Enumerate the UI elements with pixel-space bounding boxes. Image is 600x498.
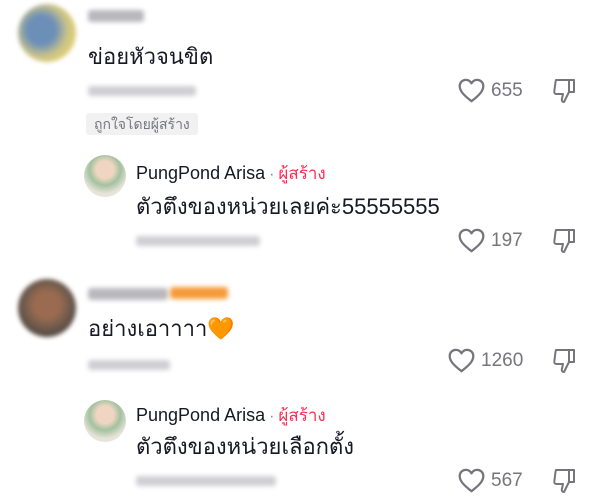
dislike-button[interactable] [552,228,576,254]
creator-badge: ผู้สร้าง [278,164,326,183]
liked-by-creator-badge: ถูกใจโดยผู้สร้าง [86,113,198,135]
username-blurred[interactable] [88,288,168,300]
like-button[interactable]: 1260 [448,348,523,373]
avatar[interactable] [18,279,76,337]
reply-meta-blurred [136,236,260,246]
creator-avatar[interactable] [84,400,126,442]
like-button[interactable]: 197 [458,228,523,253]
dislike-button[interactable] [552,348,576,374]
like-count: 567 [491,469,523,491]
reply-meta-blurred [136,476,276,486]
separator-dot: · [269,166,275,183]
reply-text: ตัวตึงของหน่วยเลือกตั้ง [136,434,355,459]
thumbs-down-outline-icon [552,228,576,254]
username-emoji-blurred [170,287,228,299]
dislike-button[interactable] [552,468,576,494]
heart-outline-icon [458,78,485,103]
author-name[interactable]: PungPond Arisa [136,405,265,425]
heart-outline-icon [458,228,485,253]
like-button[interactable]: 655 [458,78,523,103]
like-count: 197 [491,229,523,251]
comment-meta-blurred [88,360,170,370]
like-count: 655 [491,79,523,101]
avatar[interactable] [18,4,76,62]
thumbs-down-outline-icon [552,348,576,374]
heart-outline-icon [448,348,475,373]
reply-text: ตัวตึงของหน่วยเลยค่ะ55555555 [136,194,440,219]
reply-author[interactable]: PungPond Arisa · ผู้สร้าง [136,162,326,186]
creator-badge: ผู้สร้าง [278,406,326,425]
thumbs-down-outline-icon [552,78,576,104]
creator-avatar[interactable] [84,155,126,197]
reply-author[interactable]: PungPond Arisa · ผู้สร้าง [136,404,326,428]
comment-meta-blurred [88,86,196,96]
comment-text: ข่อยหัวจนขิต [88,44,214,69]
like-count: 1260 [481,349,524,371]
separator-dot: · [269,408,275,425]
thumbs-down-outline-icon [552,468,576,494]
comment-text: อย่างเอาาาา🧡 [88,316,235,341]
dislike-button[interactable] [552,78,576,104]
like-button[interactable]: 567 [458,468,523,493]
heart-outline-icon [458,468,485,493]
username-blurred[interactable] [88,10,144,22]
author-name[interactable]: PungPond Arisa [136,163,265,183]
